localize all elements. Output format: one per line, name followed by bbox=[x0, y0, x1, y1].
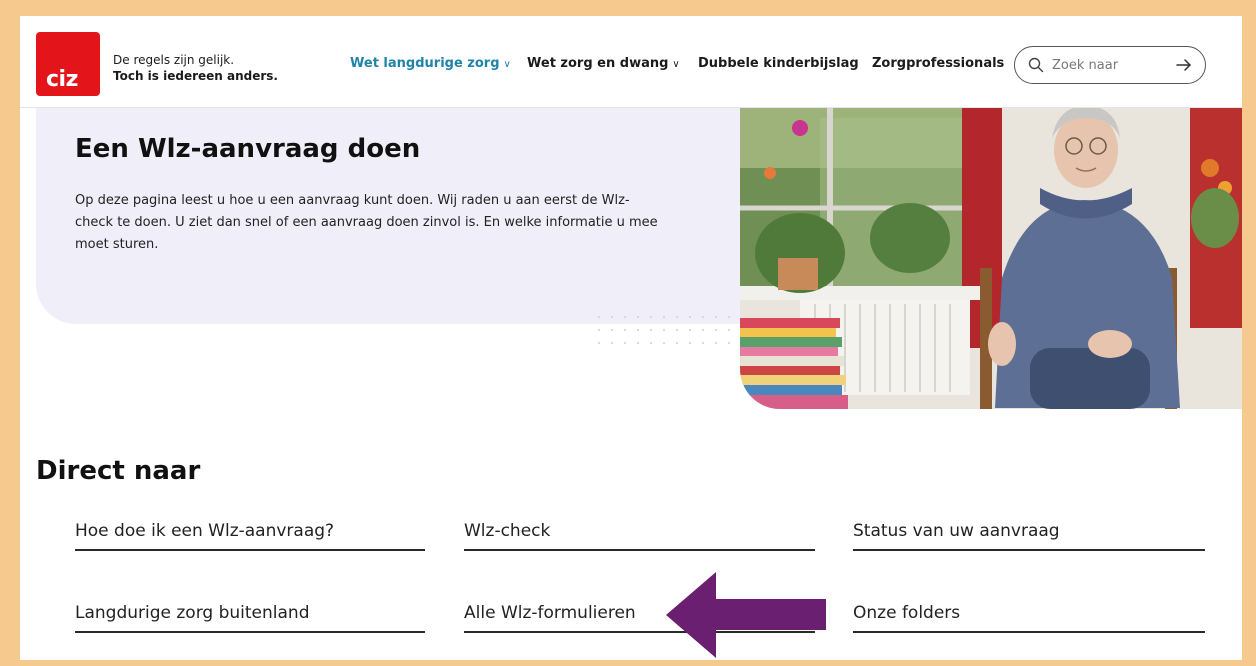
nav-label: Zorgprofessionals bbox=[872, 56, 1005, 71]
site-header: ciz De regels zijn gelijk. Toch is ieder… bbox=[20, 16, 1242, 108]
nav-zorgprofessionals[interactable]: Zorgprofessionals bbox=[872, 56, 1004, 71]
nav-label: Wet langdurige zorg bbox=[350, 56, 500, 71]
link-label: Alle Wlz-formulieren bbox=[464, 603, 636, 623]
link-onze-folders[interactable]: Onze folders bbox=[853, 597, 1205, 633]
tagline-line1: De regels zijn gelijk. bbox=[113, 53, 235, 67]
link-label: Hoe doe ik een Wlz-aanvraag? bbox=[75, 521, 335, 541]
page: ciz De regels zijn gelijk. Toch is ieder… bbox=[20, 16, 1242, 660]
decorative-dots bbox=[598, 316, 748, 356]
nav-wet-langdurige-zorg[interactable]: Wet langdurige zorg ∨ bbox=[350, 56, 511, 71]
link-label: Status van uw aanvraag bbox=[853, 521, 1060, 541]
intro-text: Op deze pagina leest u hoe u een aanvraa… bbox=[75, 193, 658, 252]
nav-wet-zorg-en-dwang[interactable]: Wet zorg en dwang ∨ bbox=[527, 56, 680, 71]
annotation-arrow-icon bbox=[666, 572, 826, 658]
link-langdurige-zorg-buitenland[interactable]: Langdurige zorg buitenland bbox=[75, 597, 425, 633]
hero-photo bbox=[740, 108, 1242, 409]
chevron-down-icon: ∨ bbox=[672, 59, 680, 70]
logo-text: ciz bbox=[46, 67, 78, 92]
search-input[interactable] bbox=[1052, 55, 1162, 75]
chevron-down-icon: ∨ bbox=[503, 59, 511, 70]
nav-label: Dubbele kinderbijslag bbox=[698, 56, 859, 71]
page-title: Een Wlz-aanvraag doen bbox=[75, 134, 421, 164]
tagline-line2: Toch is iedereen anders. bbox=[113, 69, 278, 83]
tagline: De regels zijn gelijk. Toch is iedereen … bbox=[113, 52, 278, 84]
nav-label: Wet zorg en dwang bbox=[527, 56, 669, 71]
link-wlz-check[interactable]: Wlz-check bbox=[464, 515, 815, 551]
link-label: Onze folders bbox=[853, 603, 961, 623]
arrow-right-icon[interactable] bbox=[1175, 56, 1193, 74]
link-status-aanvraag[interactable]: Status van uw aanvraag bbox=[853, 515, 1205, 551]
direct-naar-heading: Direct naar bbox=[36, 456, 201, 486]
search-box[interactable] bbox=[1014, 46, 1206, 84]
link-label: Langdurige zorg buitenland bbox=[75, 603, 310, 623]
link-label: Wlz-check bbox=[464, 521, 551, 541]
search-icon bbox=[1028, 57, 1044, 73]
ciz-logo[interactable]: ciz bbox=[36, 32, 100, 96]
link-hoe-doe-ik-wlz-aanvraag[interactable]: Hoe doe ik een Wlz-aanvraag? bbox=[75, 515, 425, 551]
nav-dubbele-kinderbijslag[interactable]: Dubbele kinderbijslag bbox=[698, 56, 859, 71]
